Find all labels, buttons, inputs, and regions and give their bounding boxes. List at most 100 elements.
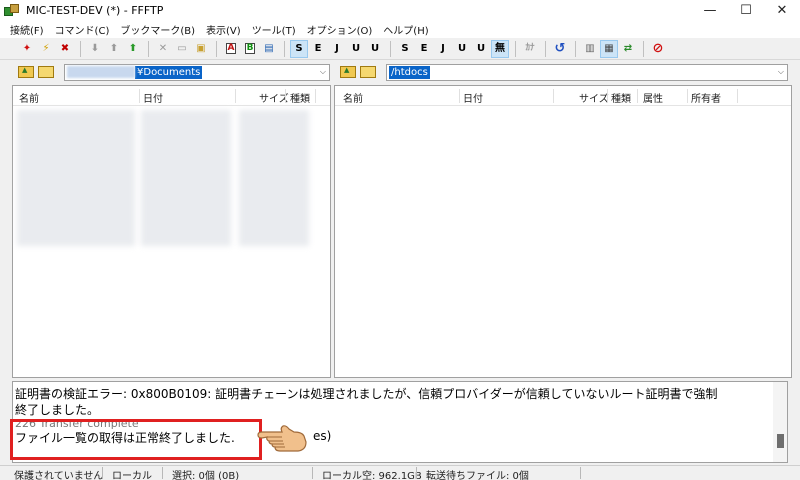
ffftp-window: MIC-TEST-DEV (*) - FFFTP — ☐ ✕ 接続(F) コマン…: [0, 0, 800, 480]
menu-bookmark[interactable]: ブックマーク(B): [120, 22, 195, 37]
status-divider: [102, 467, 103, 479]
remote-path-bar: /htdocs ⌵: [340, 60, 792, 84]
mode-status: ローカル: [112, 471, 152, 480]
sync-folders-icon[interactable]: ⇄: [619, 40, 637, 58]
column-divider[interactable]: [737, 89, 738, 103]
local-utf8bom-icon[interactable]: U: [472, 40, 490, 58]
remote-col-owner[interactable]: 所有者: [691, 90, 721, 105]
remote-utf8-icon[interactable]: U: [347, 40, 365, 58]
mirror-upload-icon[interactable]: ⬆: [124, 40, 142, 58]
remote-euc-icon[interactable]: E: [309, 40, 327, 58]
column-divider[interactable]: [235, 89, 236, 103]
menu-options[interactable]: オプション(O): [307, 22, 373, 37]
menu-help[interactable]: ヘルプ(H): [383, 22, 428, 37]
new-folder-icon[interactable]: ▣: [192, 40, 210, 58]
redacted-file-dates: [141, 110, 231, 246]
close-window-button[interactable]: ✕: [764, 0, 800, 21]
selection-status: 選択: 0個 (0B): [172, 471, 240, 480]
connect-icon[interactable]: ✦: [18, 40, 36, 58]
column-divider[interactable]: [285, 89, 286, 103]
column-divider[interactable]: [315, 89, 316, 103]
remote-col-date[interactable]: 日付: [463, 90, 483, 105]
remote-utf8bom-icon[interactable]: U: [366, 40, 384, 58]
remote-open-folder-icon[interactable]: [360, 66, 376, 78]
remote-col-attr[interactable]: 属性: [643, 90, 663, 105]
ascii-mode-icon[interactable]: A: [222, 40, 240, 58]
toolbar-separator: [575, 40, 576, 57]
menu-tools[interactable]: ツール(T): [252, 22, 296, 37]
local-path-input[interactable]: ¥Documents ⌵: [64, 63, 330, 81]
toolbar-separator: [643, 40, 644, 57]
window-controls: — ☐ ✕: [692, 0, 800, 21]
local-parent-folder-icon[interactable]: [18, 66, 34, 78]
menu-connect[interactable]: 接続(F): [10, 22, 44, 37]
status-divider: [162, 467, 163, 479]
remote-col-name[interactable]: 名前: [343, 90, 363, 105]
menu-command[interactable]: コマンド(C): [55, 22, 110, 37]
log-line: 終了しました。: [15, 403, 100, 417]
remote-parent-folder-icon[interactable]: [340, 66, 356, 78]
menu-view[interactable]: 表示(V): [206, 22, 241, 37]
column-divider[interactable]: [459, 89, 460, 103]
log-line-tail: es): [313, 429, 332, 443]
toolbar-separator: [515, 40, 516, 57]
maximize-button[interactable]: ☐: [728, 0, 764, 21]
local-col-date[interactable]: 日付: [143, 90, 163, 105]
disconnect-icon[interactable]: ✖: [56, 40, 74, 58]
local-open-folder-icon[interactable]: [38, 66, 54, 78]
local-path-text: ¥Documents: [135, 65, 203, 79]
remote-jis-icon[interactable]: J: [328, 40, 346, 58]
ascii-mode-label: A: [225, 43, 237, 54]
local-col-type[interactable]: 種類: [290, 90, 310, 105]
column-divider[interactable]: [553, 89, 554, 103]
pointing-hand-icon: [257, 425, 307, 452]
minimize-button[interactable]: —: [692, 0, 728, 21]
refresh-icon[interactable]: ↺: [551, 40, 569, 58]
local-sjis-icon[interactable]: S: [396, 40, 414, 58]
ffftp-app-icon: [4, 3, 20, 18]
remote-col-type[interactable]: 種類: [611, 90, 631, 105]
local-path-bar: ¥Documents ⌵: [18, 60, 330, 84]
no-convert-icon[interactable]: 無: [491, 39, 509, 58]
remote-file-list[interactable]: 名前 日付 サイズ 種類 属性 所有者: [334, 85, 792, 378]
detail-view-icon[interactable]: ▦: [600, 39, 618, 58]
highlight-box: [10, 419, 262, 460]
kana-convert-icon[interactable]: ｶﾅ: [521, 40, 539, 58]
chevron-down-icon[interactable]: ⌵: [778, 67, 784, 77]
auto-mode-icon[interactable]: ▤: [260, 40, 278, 58]
rename-icon[interactable]: ▭: [173, 40, 191, 58]
remote-column-header: 名前 日付 サイズ 種類 属性 所有者: [335, 86, 791, 106]
column-divider[interactable]: [637, 89, 638, 103]
local-file-list[interactable]: 名前 日付 サイズ 種類: [12, 85, 331, 378]
transfer-queue-status: 転送待ちファイル: 0個: [426, 471, 529, 480]
delete-icon[interactable]: ✕: [154, 40, 172, 58]
remote-path-input[interactable]: /htdocs ⌵: [386, 63, 788, 81]
column-divider[interactable]: [607, 89, 608, 103]
upload-icon[interactable]: ⬆: [105, 40, 123, 58]
chevron-down-icon[interactable]: ⌵: [320, 67, 326, 77]
list-view-icon[interactable]: ▥: [581, 40, 599, 58]
remote-col-size[interactable]: サイズ: [579, 90, 609, 105]
log-scrollbar-thumb[interactable]: [777, 434, 784, 448]
redacted-file-sizes: [239, 110, 309, 246]
binary-mode-icon[interactable]: B: [241, 40, 259, 58]
redacted-path-segment: [67, 66, 135, 78]
download-icon[interactable]: ⬇: [86, 40, 104, 58]
local-utf8-icon[interactable]: U: [453, 40, 471, 58]
stop-icon[interactable]: ⊘: [649, 40, 667, 58]
local-jis-icon[interactable]: J: [434, 40, 452, 58]
column-divider[interactable]: [139, 89, 140, 103]
toolbar-separator: [216, 40, 217, 57]
redacted-file-names: [17, 110, 135, 246]
remote-sjis-icon[interactable]: S: [290, 39, 308, 58]
toolbar-separator: [545, 40, 546, 57]
local-euc-icon[interactable]: E: [415, 40, 433, 58]
local-col-name[interactable]: 名前: [19, 90, 39, 105]
column-divider[interactable]: [687, 89, 688, 103]
remote-path-text: /htdocs: [389, 65, 430, 79]
status-divider: [580, 467, 581, 479]
quick-connect-icon[interactable]: ⚡: [37, 40, 55, 58]
status-divider: [416, 467, 417, 479]
window-title: MIC-TEST-DEV (*) - FFFTP: [26, 4, 164, 17]
log-scrollbar[interactable]: [773, 382, 787, 462]
